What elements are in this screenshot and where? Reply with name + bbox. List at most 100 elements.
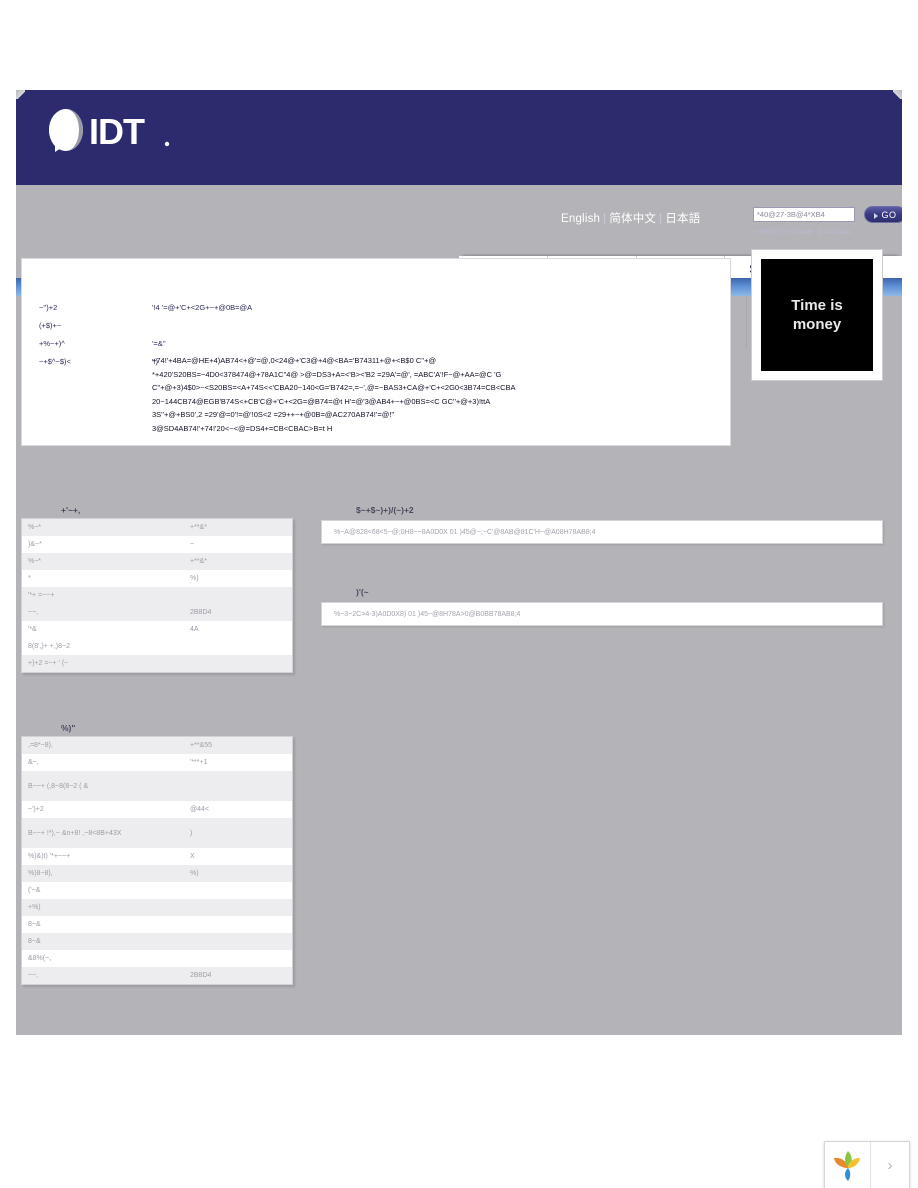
search-go-label: GO: [881, 210, 897, 221]
table-cell-value: [184, 638, 292, 655]
table-row: '*& 4A: [22, 621, 292, 638]
product-detail-card: ~'')+2 '!4 '=@+'C+<2G+~+@0B=@A (+$)+~ +%…: [21, 258, 731, 446]
table-row: ~~, 2B8D4: [22, 967, 292, 984]
table-row: &8%(~,: [22, 950, 292, 967]
description-line-6: 3@SD4AB74!'+74!'20<~<@=DS4+=CB<CBAC>B=t …: [152, 423, 333, 433]
table-cell-value: 2B8D4: [184, 967, 292, 984]
table-cell-value: X: [184, 848, 292, 865]
description-line-1: +74!'+4BA=@HE+4)AB74<+@'=@,0<24@+'C3@+4@…: [152, 356, 437, 365]
language-link-japanese[interactable]: 日本語: [665, 213, 700, 225]
right-panel-1-heading: $~+$~)+)/(~)+2: [356, 505, 414, 515]
floating-widget: ›: [824, 1141, 910, 1188]
table-row: %~* +**&*: [22, 519, 292, 536]
detail-label-4: ~+$^~$)<: [39, 357, 71, 366]
detail-value-3: '=&'': [152, 339, 166, 348]
table-row: &~, '***+1: [22, 754, 292, 771]
table-cell-value: 2B8D4: [184, 604, 292, 621]
table-row: %)8~8), %): [22, 865, 292, 882]
idt-logo[interactable]: IDT: [41, 104, 176, 156]
table-cell-value: ~: [184, 536, 292, 553]
advertisement-banner[interactable]: Time is money: [752, 250, 882, 380]
browser-viewport: IDT English|简体中文|日本語 GO ~<B02B1+1<D4AB~@…: [16, 90, 902, 1035]
table-cell-key: ~~,: [22, 604, 184, 621]
table-cell-value: [184, 587, 292, 604]
table-cell-value: [184, 771, 292, 801]
table-row: ~')+2 @44<: [22, 801, 292, 818]
right-panel-1-field[interactable]: %~A@828<68<5~@;0H8~~8A0D0X 01 )45@~;~C'@…: [321, 520, 883, 544]
left-panel-1-heading: +'~+,: [61, 505, 81, 515]
right-panel-2-field[interactable]: %~3~2C>4-3)A0D0X8) 01 )45~@8H78A>0@B0BB7…: [321, 602, 883, 626]
description-line-3: C''+@+3)4$0>~<S20BS=<A+74S<<'CBA20~140<G…: [152, 383, 516, 392]
table-row: +%): [22, 899, 292, 916]
table-cell-key: %)8~8),: [22, 865, 184, 882]
table-cell-key: B~~+ (,8~8(8~2 ( &: [22, 771, 184, 801]
advertisement-text: Time is money: [791, 296, 842, 334]
table-row: %)&)t) '*+~~+ X: [22, 848, 292, 865]
advanced-search-link[interactable]: ~<B02B1+1<D4AB~@AI@4AA: [753, 229, 851, 236]
table-cell-key: %)&)t) '*+~~+: [22, 848, 184, 865]
table-row: ,=8*~8), +**&55: [22, 737, 292, 754]
table-cell-key: &~,: [22, 754, 184, 771]
detail-label-1: ~'')+2: [39, 303, 58, 312]
table-cell-key: ,=8*~8),: [22, 737, 184, 754]
search-go-button[interactable]: GO: [864, 206, 902, 224]
table-cell-key: ~~,: [22, 967, 184, 984]
description-line-2: *+420'S20BS=~4D0<378474@+78A1C''4@ >@=DS…: [152, 369, 502, 379]
right-panel-2-heading: )'(~: [356, 587, 369, 597]
table-cell-value: [184, 916, 292, 933]
right-panel-1-field-text: %~A@828<68<5~@;0H8~~8A0D0X 01 )45@~;~C'@…: [334, 528, 596, 536]
detail-value-1: '!4 '=@+'C+<2G+~+@0B=@A: [152, 303, 253, 312]
table-row: B~~+ !*),~ &n+8! ,~8<8B+43X): [22, 818, 292, 848]
table-row: 8~&: [22, 933, 292, 950]
left-panel-2-table: ,=8*~8), +**&55 &~, '***+1 B~~+ (,8~8(8~2 …: [21, 736, 293, 985]
table-cell-value: ): [184, 818, 292, 848]
description-line-5: 3S''+@+BS0',2 =29'@=0'!=@'!0S<2 =29++~+@…: [152, 410, 395, 419]
language-link-simplified-chinese[interactable]: 简体中文: [609, 213, 656, 225]
table-cell-key: 8~&: [22, 933, 184, 950]
table-cell-key: B~~+ !*),~ &n+8! ,~8<8B+43X: [22, 818, 184, 848]
advertisement-line-1: Time is: [791, 297, 843, 314]
table-cell-key: +)+2 =~+ ' (~: [22, 655, 184, 672]
play-triangle-icon: [874, 212, 879, 219]
search-input[interactable]: [753, 207, 855, 223]
right-panel-2-field-text: %~3~2C>4-3)A0D0X8) 01 )45~@8H78A>0@B0BB7…: [334, 610, 521, 618]
table-cell-value: +**&*: [184, 553, 292, 570]
table-cell-key: 8(8',)+ +,)8~2: [22, 638, 184, 655]
language-switcher: English | 简体中文 | 日本語: [561, 210, 700, 226]
table-row: ('~&: [22, 882, 292, 899]
widget-logo-icon[interactable]: [825, 1142, 871, 1188]
table-cell-value: 4A: [184, 621, 292, 638]
table-row: *%): [22, 570, 292, 587]
table-row: 8~&: [22, 916, 292, 933]
description-line-4: 20~144CB74@EGB'B74S<+CB'C@+'C+<2G=@B74=@…: [152, 396, 491, 406]
left-panel-1-table: %~* +**&* }&~* ~ %~* +**&* *%) '*+ =~~+ ~~,…: [21, 518, 293, 673]
table-row: 8(8',)+ +,)8~2: [22, 638, 292, 655]
table-cell-value: '***+1: [184, 754, 292, 771]
advertisement-inner: Time is money: [761, 259, 873, 371]
table-row: B~~+ (,8~8(8~2 ( &: [22, 771, 292, 801]
table-cell-key: %~*: [22, 553, 184, 570]
widget-next-button[interactable]: ›: [871, 1142, 909, 1188]
left-panel-2-heading: %)": [61, 723, 76, 733]
table-row: %~* +**&*: [22, 553, 292, 570]
table-cell-key: }&~*: [22, 536, 184, 553]
table-cell-value: [184, 950, 292, 967]
masthead-corner-right: [893, 90, 902, 99]
table-cell-key: 8~&: [22, 916, 184, 933]
table-row: }&~* ~: [22, 536, 292, 553]
masthead-corner-left: [16, 90, 25, 99]
table-cell-key: &8%(~,: [22, 950, 184, 967]
language-link-english[interactable]: English: [561, 213, 600, 225]
table-row: '*+ =~~+: [22, 587, 292, 604]
table-cell-key: *: [22, 570, 184, 587]
table-cell-key: '*&: [22, 621, 184, 638]
product-description: +74!'+4BA=@HE+4)AB74<+@'=@,0<24@+'C3@+4@…: [152, 354, 712, 435]
table-cell-value: +**&55: [184, 737, 292, 754]
table-cell-value: +**&*: [184, 519, 292, 536]
detail-label-2: (+$)+~: [39, 321, 62, 330]
table-cell-key: ('~&: [22, 882, 184, 899]
table-cell-value: %): [184, 570, 292, 587]
detail-label-3: +%~+)^: [39, 339, 65, 348]
page-root: IDT English|简体中文|日本語 GO ~<B02B1+1<D4AB~@…: [0, 0, 918, 1188]
table-row: +)+2 =~+ ' (~: [22, 655, 292, 672]
